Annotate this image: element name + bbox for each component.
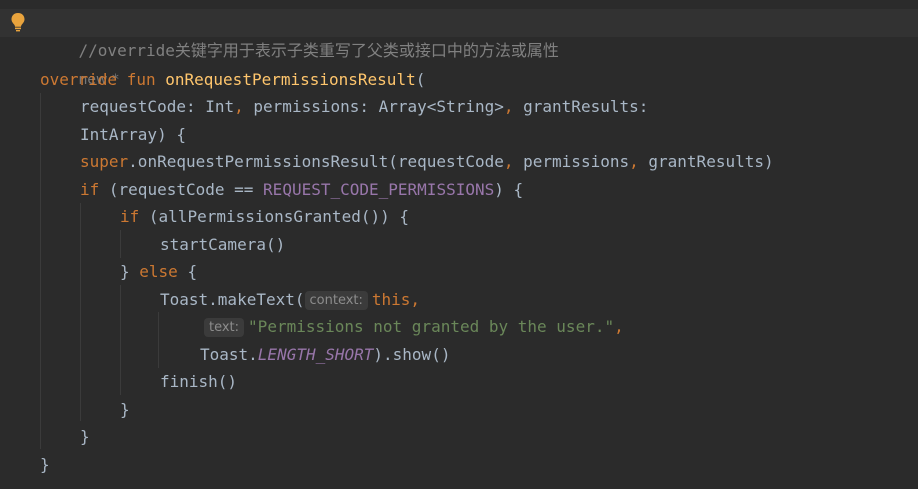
- code-line[interactable]: super.onRequestPermissionsResult(request…: [80, 148, 774, 175]
- code-line[interactable]: }: [40, 451, 50, 478]
- keyword-else: else: [139, 262, 178, 281]
- indent-guide: [40, 93, 41, 449]
- toast-class: Toast.: [200, 345, 258, 364]
- code-line[interactable]: startCamera(): [160, 231, 285, 258]
- comma: ,: [614, 317, 624, 336]
- code-line[interactable]: } else {: [120, 258, 197, 285]
- code-line[interactable]: Toast.makeText(context: this,: [160, 286, 420, 313]
- comma: ,: [410, 290, 421, 309]
- comma: ,: [234, 97, 244, 116]
- function-name: onRequestPermissionsResult: [165, 70, 416, 89]
- indent-guide: [158, 312, 159, 368]
- constant-request-code: REQUEST_CODE_PERMISSIONS: [263, 180, 495, 199]
- open-brace: {: [187, 262, 198, 281]
- comma: ,: [629, 152, 639, 171]
- parameter-hint-context: context:: [304, 291, 368, 310]
- indent-guide: [120, 285, 121, 395]
- code-line[interactable]: IntArray) {: [80, 121, 186, 148]
- code-line[interactable]: requestCode: Int, permissions: Array<Str…: [80, 93, 648, 120]
- parameter-hint-text: text:: [204, 318, 245, 337]
- param-request-code: requestCode: Int: [80, 97, 235, 116]
- code-line[interactable]: if (allPermissionsGranted()) {: [120, 203, 409, 230]
- arg-permissions: permissions: [523, 152, 630, 171]
- keyword-if: if: [120, 207, 140, 226]
- close-brace: }: [40, 455, 50, 474]
- param-grant-results: grantResults:: [523, 97, 649, 116]
- close-brace: }: [120, 262, 130, 281]
- keyword-fun: fun: [126, 70, 156, 89]
- close-brace: }: [80, 427, 90, 446]
- code-comment: //override关键字用于表示子类重写了父类或接口中的方法或属性: [78, 41, 559, 60]
- code-line[interactable]: override fun onRequestPermissionsResult(: [40, 66, 425, 93]
- if-condition: (allPermissionsGranted()) {: [148, 207, 409, 226]
- arg-grant-results: grantResults): [648, 152, 774, 171]
- close-brace: }: [120, 400, 130, 419]
- code-line[interactable]: }: [80, 423, 90, 450]
- show-call: ).show(): [373, 345, 451, 364]
- indent-guide: [120, 230, 121, 258]
- code-line[interactable]: if (requestCode == REQUEST_CODE_PERMISSI…: [80, 176, 523, 203]
- open-paren: (: [415, 70, 426, 89]
- start-camera-call: startCamera(): [160, 235, 286, 254]
- super-call: .onRequestPermissionsResult(requestCode: [128, 152, 504, 171]
- comment-line[interactable]: //override关键字用于表示子类重写了父类或接口中的方法或属性: [40, 10, 559, 60]
- code-line[interactable]: finish(): [160, 368, 237, 395]
- code-line[interactable]: }: [120, 396, 130, 423]
- keyword-super: super: [80, 152, 129, 171]
- indent-guide: [80, 203, 81, 421]
- author-hint-line: new *: [40, 38, 119, 88]
- comma: ,: [503, 97, 514, 116]
- string-literal: "Permissions not granted by the user.": [248, 317, 615, 336]
- constant-length-short: LENGTH_SHORT: [257, 345, 374, 364]
- keyword-this: this: [371, 290, 411, 309]
- keyword-override: override: [40, 70, 118, 89]
- code-line[interactable]: Toast.LENGTH_SHORT).show(): [200, 341, 450, 368]
- code-editor[interactable]: //override关键字用于表示子类重写了父类或接口中的方法或属性 new *…: [0, 0, 918, 489]
- comma: ,: [503, 152, 514, 171]
- lightbulb-icon[interactable]: [10, 12, 26, 32]
- if-condition: (requestCode ==: [108, 180, 254, 199]
- if-close: ) {: [494, 180, 524, 199]
- finish-call: finish(): [160, 372, 238, 391]
- keyword-if: if: [80, 180, 100, 199]
- code-line[interactable]: text: "Permissions not granted by the use…: [204, 313, 624, 340]
- param-permissions: permissions: Array<String>: [253, 97, 504, 116]
- param-type: IntArray) {: [80, 125, 186, 144]
- toast-make-text: Toast.makeText(: [160, 290, 305, 309]
